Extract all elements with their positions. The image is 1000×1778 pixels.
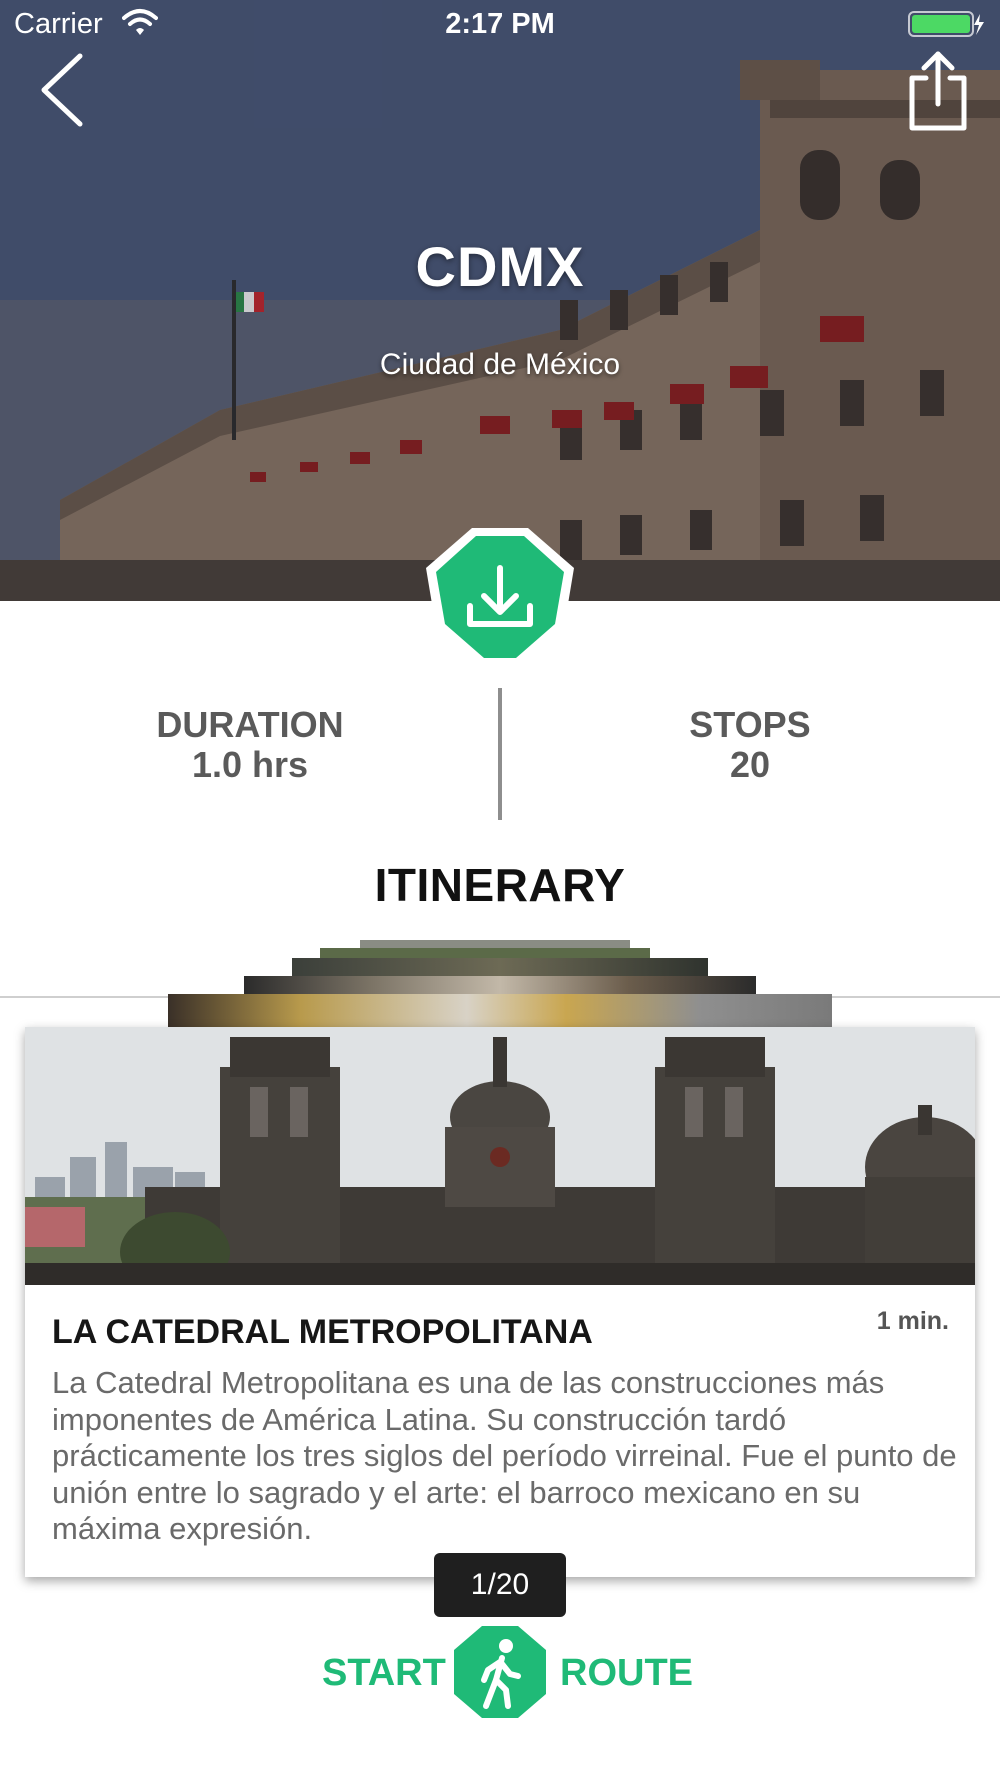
start-label: START: [322, 1652, 446, 1694]
itinerary-heading: ITINERARY: [374, 859, 626, 911]
stops-value: 20: [729, 744, 771, 785]
stop-title: LA CATEDRAL METROPOLITANA: [52, 1313, 593, 1351]
duration-label: DURATION: [156, 704, 344, 745]
page-subtitle: Ciudad de México: [379, 348, 621, 381]
stacked-card: [360, 940, 630, 948]
duration-value: 1.0 hrs: [191, 744, 309, 785]
back-button[interactable]: [36, 50, 92, 130]
stacked-card: [320, 948, 650, 958]
status-bar: Carrier 2:17 PM: [0, 0, 1000, 50]
stats-divider: [498, 688, 502, 820]
stop-duration: 1 min.: [876, 1307, 949, 1335]
hero-header: Carrier 2:17 PM CDMX Ciudad de México: [0, 0, 1000, 601]
stops-label: STOPS: [689, 704, 811, 745]
stop-photo: [25, 1027, 975, 1285]
duration-stat: DURATION 1.0 hrs: [100, 705, 400, 785]
itinerary-stop-card[interactable]: LA CATEDRAL METROPOLITANA 1 min. La Cate…: [25, 1027, 975, 1577]
share-icon: [909, 51, 967, 131]
start-route-button[interactable]: START ROUTE: [0, 1622, 1000, 1722]
chevron-left-icon: [41, 53, 83, 127]
download-button[interactable]: [420, 524, 580, 670]
stop-description: La Catedral Metropolitana es una de las …: [52, 1365, 957, 1546]
stacked-card: [244, 976, 756, 996]
hero-overlay: [0, 0, 1000, 601]
status-time: 2:17 PM: [445, 8, 555, 40]
stacked-card: [168, 994, 832, 1028]
battery-icon: [908, 11, 984, 37]
share-button[interactable]: [902, 50, 974, 134]
stacked-card: [292, 958, 708, 976]
stops-stat: STOPS 20: [600, 705, 900, 785]
stop-pager: 1/20: [434, 1553, 566, 1617]
route-label: ROUTE: [560, 1652, 693, 1694]
page-title: CDMX: [415, 235, 585, 298]
walking-person-icon: [454, 1626, 546, 1718]
